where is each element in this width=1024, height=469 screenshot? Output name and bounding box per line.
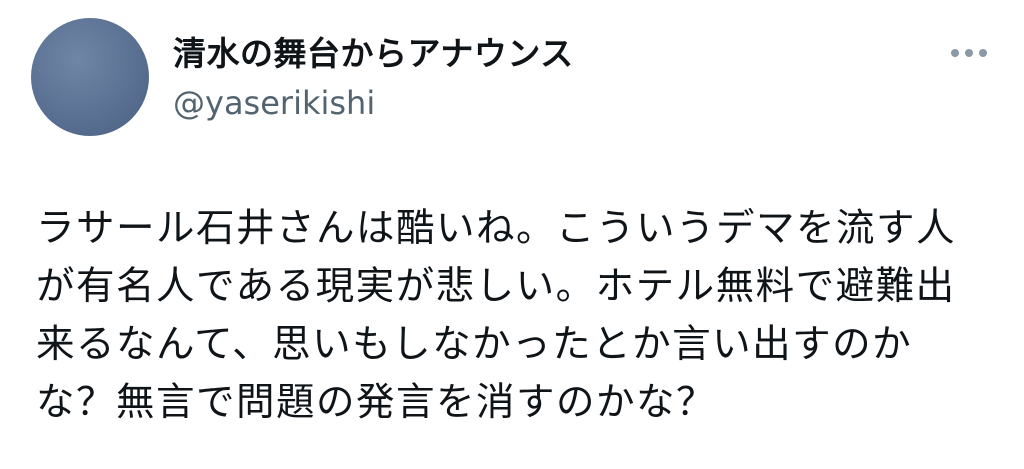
tweet-text-line: ラサール石井さんは酷いね。こういうデマを流す人 bbox=[36, 206, 957, 251]
tweet-text-line: が有名人である現実が悲しい。ホテル無料で避難出 bbox=[36, 264, 956, 309]
author-handle[interactable]: @yaserikishi bbox=[173, 82, 375, 124]
tweet-text-line: 来るなんて、思いもしなかったとか言い出すのか bbox=[36, 322, 913, 367]
avatar[interactable] bbox=[31, 18, 149, 136]
author-display-name[interactable]: 清水の舞台からアナウンス bbox=[173, 32, 574, 76]
tweet: 清水の舞台からアナウンス @yaserikishi ラサール石井さんは酷いね。こ… bbox=[0, 0, 1024, 469]
tweet-text: ラサール石井さんは酷いね。こういうデマを流す人 が有名人である現実が悲しい。ホテル… bbox=[36, 200, 1001, 432]
more-horizontal-icon bbox=[951, 49, 987, 57]
more-button[interactable] bbox=[944, 38, 994, 68]
tweet-text-line: な？無言で問題の発言を消すのかな？ bbox=[36, 380, 717, 425]
